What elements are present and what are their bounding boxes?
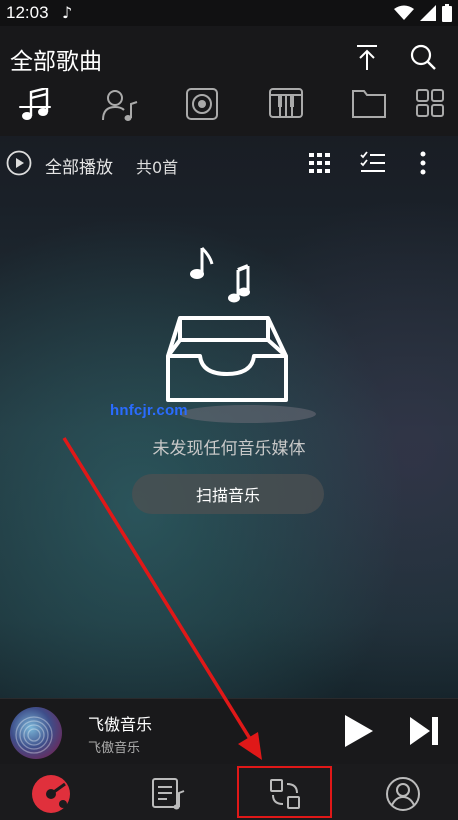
tab-folders[interactable] [345, 88, 393, 132]
mini-player[interactable]: 飞傲音乐 飞傲音乐 [0, 698, 458, 765]
user-icon [386, 777, 420, 811]
sort-top-button[interactable] [350, 40, 384, 74]
status-icons [394, 3, 452, 23]
music-note-icon [22, 88, 49, 120]
search-icon [410, 44, 436, 70]
checklist-icon [360, 151, 385, 172]
next-track-button[interactable] [404, 711, 444, 751]
watermark: hnfcjr.com [110, 402, 188, 419]
bottom-nav [0, 764, 458, 820]
grid-view-button[interactable] [305, 148, 335, 178]
tab-albums[interactable] [178, 88, 226, 132]
status-time: 12:03 [6, 3, 49, 22]
album-icon [186, 88, 218, 120]
album-art[interactable] [10, 707, 62, 759]
song-count: 共0首 [136, 158, 179, 177]
play-all-button[interactable] [6, 150, 32, 180]
search-button[interactable] [406, 40, 440, 74]
signal-icon [420, 5, 436, 21]
multi-select-button[interactable] [358, 148, 388, 178]
piano-icon [269, 88, 303, 118]
sort-top-icon [357, 45, 377, 70]
skip-next-icon [410, 717, 438, 745]
more-icon [420, 151, 426, 175]
highlight-box [237, 766, 332, 818]
play-all-label[interactable]: 全部播放 [45, 153, 113, 178]
selected-tab-indicator [19, 106, 51, 108]
more-options-button[interactable] [408, 148, 438, 178]
nav-profile[interactable] [381, 772, 425, 816]
tab-songs[interactable] [11, 88, 59, 132]
app-header: 全部歌曲 [0, 26, 458, 136]
battery-icon [442, 4, 452, 22]
folder-icon [352, 90, 386, 118]
scan-music-button[interactable]: 扫描音乐 [132, 474, 324, 514]
song-artist: 飞傲音乐 [88, 741, 141, 756]
grid-icon [416, 89, 444, 117]
play-icon [345, 715, 373, 747]
grid-view-icon [309, 153, 330, 173]
artist-icon [102, 90, 138, 121]
nav-library[interactable] [29, 772, 73, 816]
playlist-icon [152, 778, 185, 810]
song-list-toolbar: 全部播放 共0首 [0, 138, 458, 188]
play-circle-icon [6, 150, 32, 176]
wifi-icon [394, 5, 414, 20]
tab-more[interactable] [406, 88, 454, 132]
nav-playlists[interactable] [146, 772, 190, 816]
vinyl-record-icon [32, 775, 70, 813]
music-note-icon: ♪ [62, 3, 73, 22]
empty-box-icon [166, 246, 316, 423]
tab-artists[interactable] [96, 88, 144, 132]
album-art-image [15, 716, 53, 754]
status-bar: 12:03 ♪ [0, 0, 458, 26]
empty-state-message: 未发现任何音乐媒体 [152, 439, 306, 459]
play-button[interactable] [338, 711, 378, 751]
page-title: 全部歌曲 [10, 49, 102, 75]
category-tabs [0, 88, 458, 136]
tab-genres[interactable] [262, 88, 310, 132]
song-title: 飞傲音乐 [88, 715, 153, 734]
